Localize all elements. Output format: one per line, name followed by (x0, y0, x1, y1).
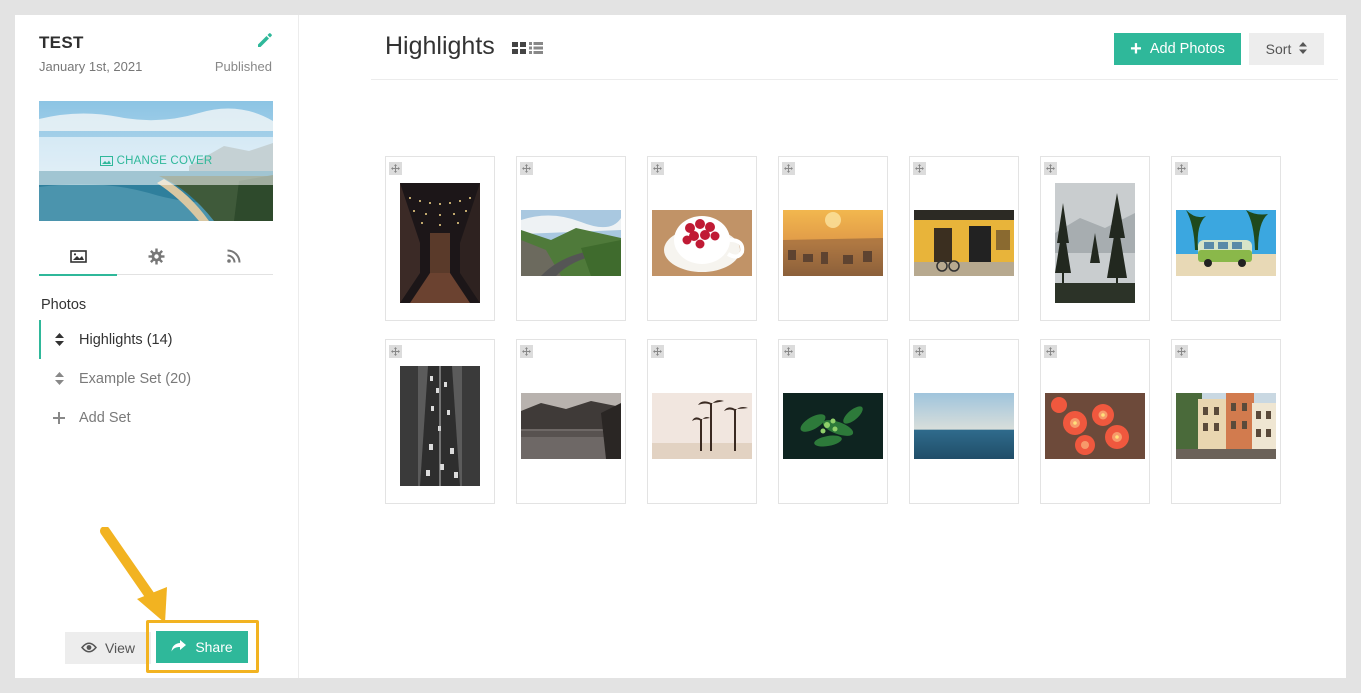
photo-tile[interactable] (1171, 156, 1281, 321)
share-label: Share (195, 639, 233, 655)
tab-photos[interactable] (39, 237, 117, 276)
photo-thumbnail (783, 393, 883, 459)
sidebar: TEST January 1st, 2021 Published CHANGE … (15, 15, 299, 678)
sort-icon (1299, 41, 1308, 57)
header-divider (371, 79, 1338, 80)
set-item-label: Example Set (20) (79, 370, 192, 387)
photo-tile[interactable] (1040, 339, 1150, 504)
plus-icon: + (1130, 38, 1142, 60)
sort-icon (53, 333, 65, 347)
drag-handle-icon[interactable] (520, 345, 533, 358)
photo-thumbnail (521, 393, 621, 459)
drag-handle-icon[interactable] (913, 162, 926, 175)
share-button[interactable]: Share (156, 631, 248, 663)
drag-handle-icon[interactable] (389, 345, 402, 358)
photo-thumbnail (914, 393, 1014, 459)
photo-thumbnail (652, 393, 752, 459)
eye-icon (80, 640, 97, 656)
pencil-icon[interactable] (256, 31, 274, 49)
set-item-highlights[interactable]: Highlights (14) (39, 320, 279, 359)
drag-handle-icon[interactable] (913, 345, 926, 358)
photo-thumbnail (1176, 210, 1276, 276)
change-cover-label: CHANGE COVER (116, 155, 213, 167)
photo-tile[interactable] (516, 339, 626, 504)
drag-handle-icon[interactable] (782, 162, 795, 175)
rss-icon (227, 249, 241, 263)
album-status: Published (214, 59, 272, 74)
grid-view-icon[interactable] (512, 42, 526, 54)
gear-icon (148, 248, 164, 264)
main-content: Highlights + Add Photos Sort (299, 15, 1346, 678)
drag-handle-icon[interactable] (782, 345, 795, 358)
drag-handle-icon[interactable] (389, 162, 402, 175)
add-set-label: Add Set (79, 409, 131, 426)
add-photos-button[interactable]: + Add Photos (1114, 33, 1241, 65)
add-set-button[interactable]: Add Set (39, 398, 279, 437)
section-label: Photos (41, 297, 87, 313)
photo-tile[interactable] (778, 156, 888, 321)
photo-tile[interactable] (647, 339, 757, 504)
photo-tile[interactable] (385, 339, 495, 504)
photo-tile[interactable] (647, 156, 757, 321)
image-icon (69, 249, 87, 263)
cover-image: CHANGE COVER (39, 101, 273, 221)
photo-thumbnail (1055, 183, 1135, 303)
add-photos-label: Add Photos (1149, 41, 1225, 57)
drag-handle-icon[interactable] (651, 162, 664, 175)
plus-icon (53, 411, 65, 425)
photo-tile[interactable] (1171, 339, 1281, 504)
photo-tile[interactable] (385, 156, 495, 321)
app-window: TEST January 1st, 2021 Published CHANGE … (15, 15, 1346, 678)
album-date: January 1st, 2021 (39, 59, 143, 74)
drag-handle-icon[interactable] (1175, 162, 1188, 175)
photo-tile[interactable] (909, 339, 1019, 504)
photo-tile[interactable] (778, 339, 888, 504)
photo-thumbnail (400, 183, 480, 303)
photo-thumbnail (400, 366, 480, 486)
photo-thumbnail (521, 210, 621, 276)
sort-button[interactable]: Sort (1249, 33, 1324, 65)
tab-settings[interactable] (117, 237, 195, 275)
annotation-arrow (100, 527, 167, 623)
photo-tile[interactable] (1040, 156, 1150, 321)
set-list: Highlights (14) Example Set (20) Add Set (39, 320, 279, 437)
view-label: View (104, 640, 136, 656)
set-item-example-set[interactable]: Example Set (20) (39, 359, 279, 398)
tab-feed[interactable] (195, 237, 273, 275)
sort-label: Sort (1265, 41, 1292, 57)
photo-tile[interactable] (909, 156, 1019, 321)
view-button[interactable]: View (65, 632, 151, 664)
page-title: Highlights (385, 32, 495, 60)
photo-thumbnail (914, 210, 1014, 276)
drag-handle-icon[interactable] (1175, 345, 1188, 358)
set-item-label: Highlights (14) (79, 331, 173, 348)
sort-icon (53, 372, 65, 386)
photo-tile[interactable] (516, 156, 626, 321)
view-toggle (512, 42, 543, 54)
album-title: TEST (39, 33, 84, 52)
image-icon (99, 156, 113, 166)
share-icon (171, 639, 187, 655)
drag-handle-icon[interactable] (1044, 345, 1057, 358)
list-view-icon[interactable] (529, 42, 543, 54)
change-cover-button[interactable]: CHANGE COVER (39, 137, 273, 185)
photo-thumbnail (1176, 393, 1276, 459)
drag-handle-icon[interactable] (1044, 162, 1057, 175)
sidebar-tabs (39, 237, 273, 276)
photo-thumbnail (652, 210, 752, 276)
drag-handle-icon[interactable] (520, 162, 533, 175)
photo-thumbnail (783, 210, 883, 276)
photo-thumbnail (1045, 393, 1145, 459)
drag-handle-icon[interactable] (651, 345, 664, 358)
